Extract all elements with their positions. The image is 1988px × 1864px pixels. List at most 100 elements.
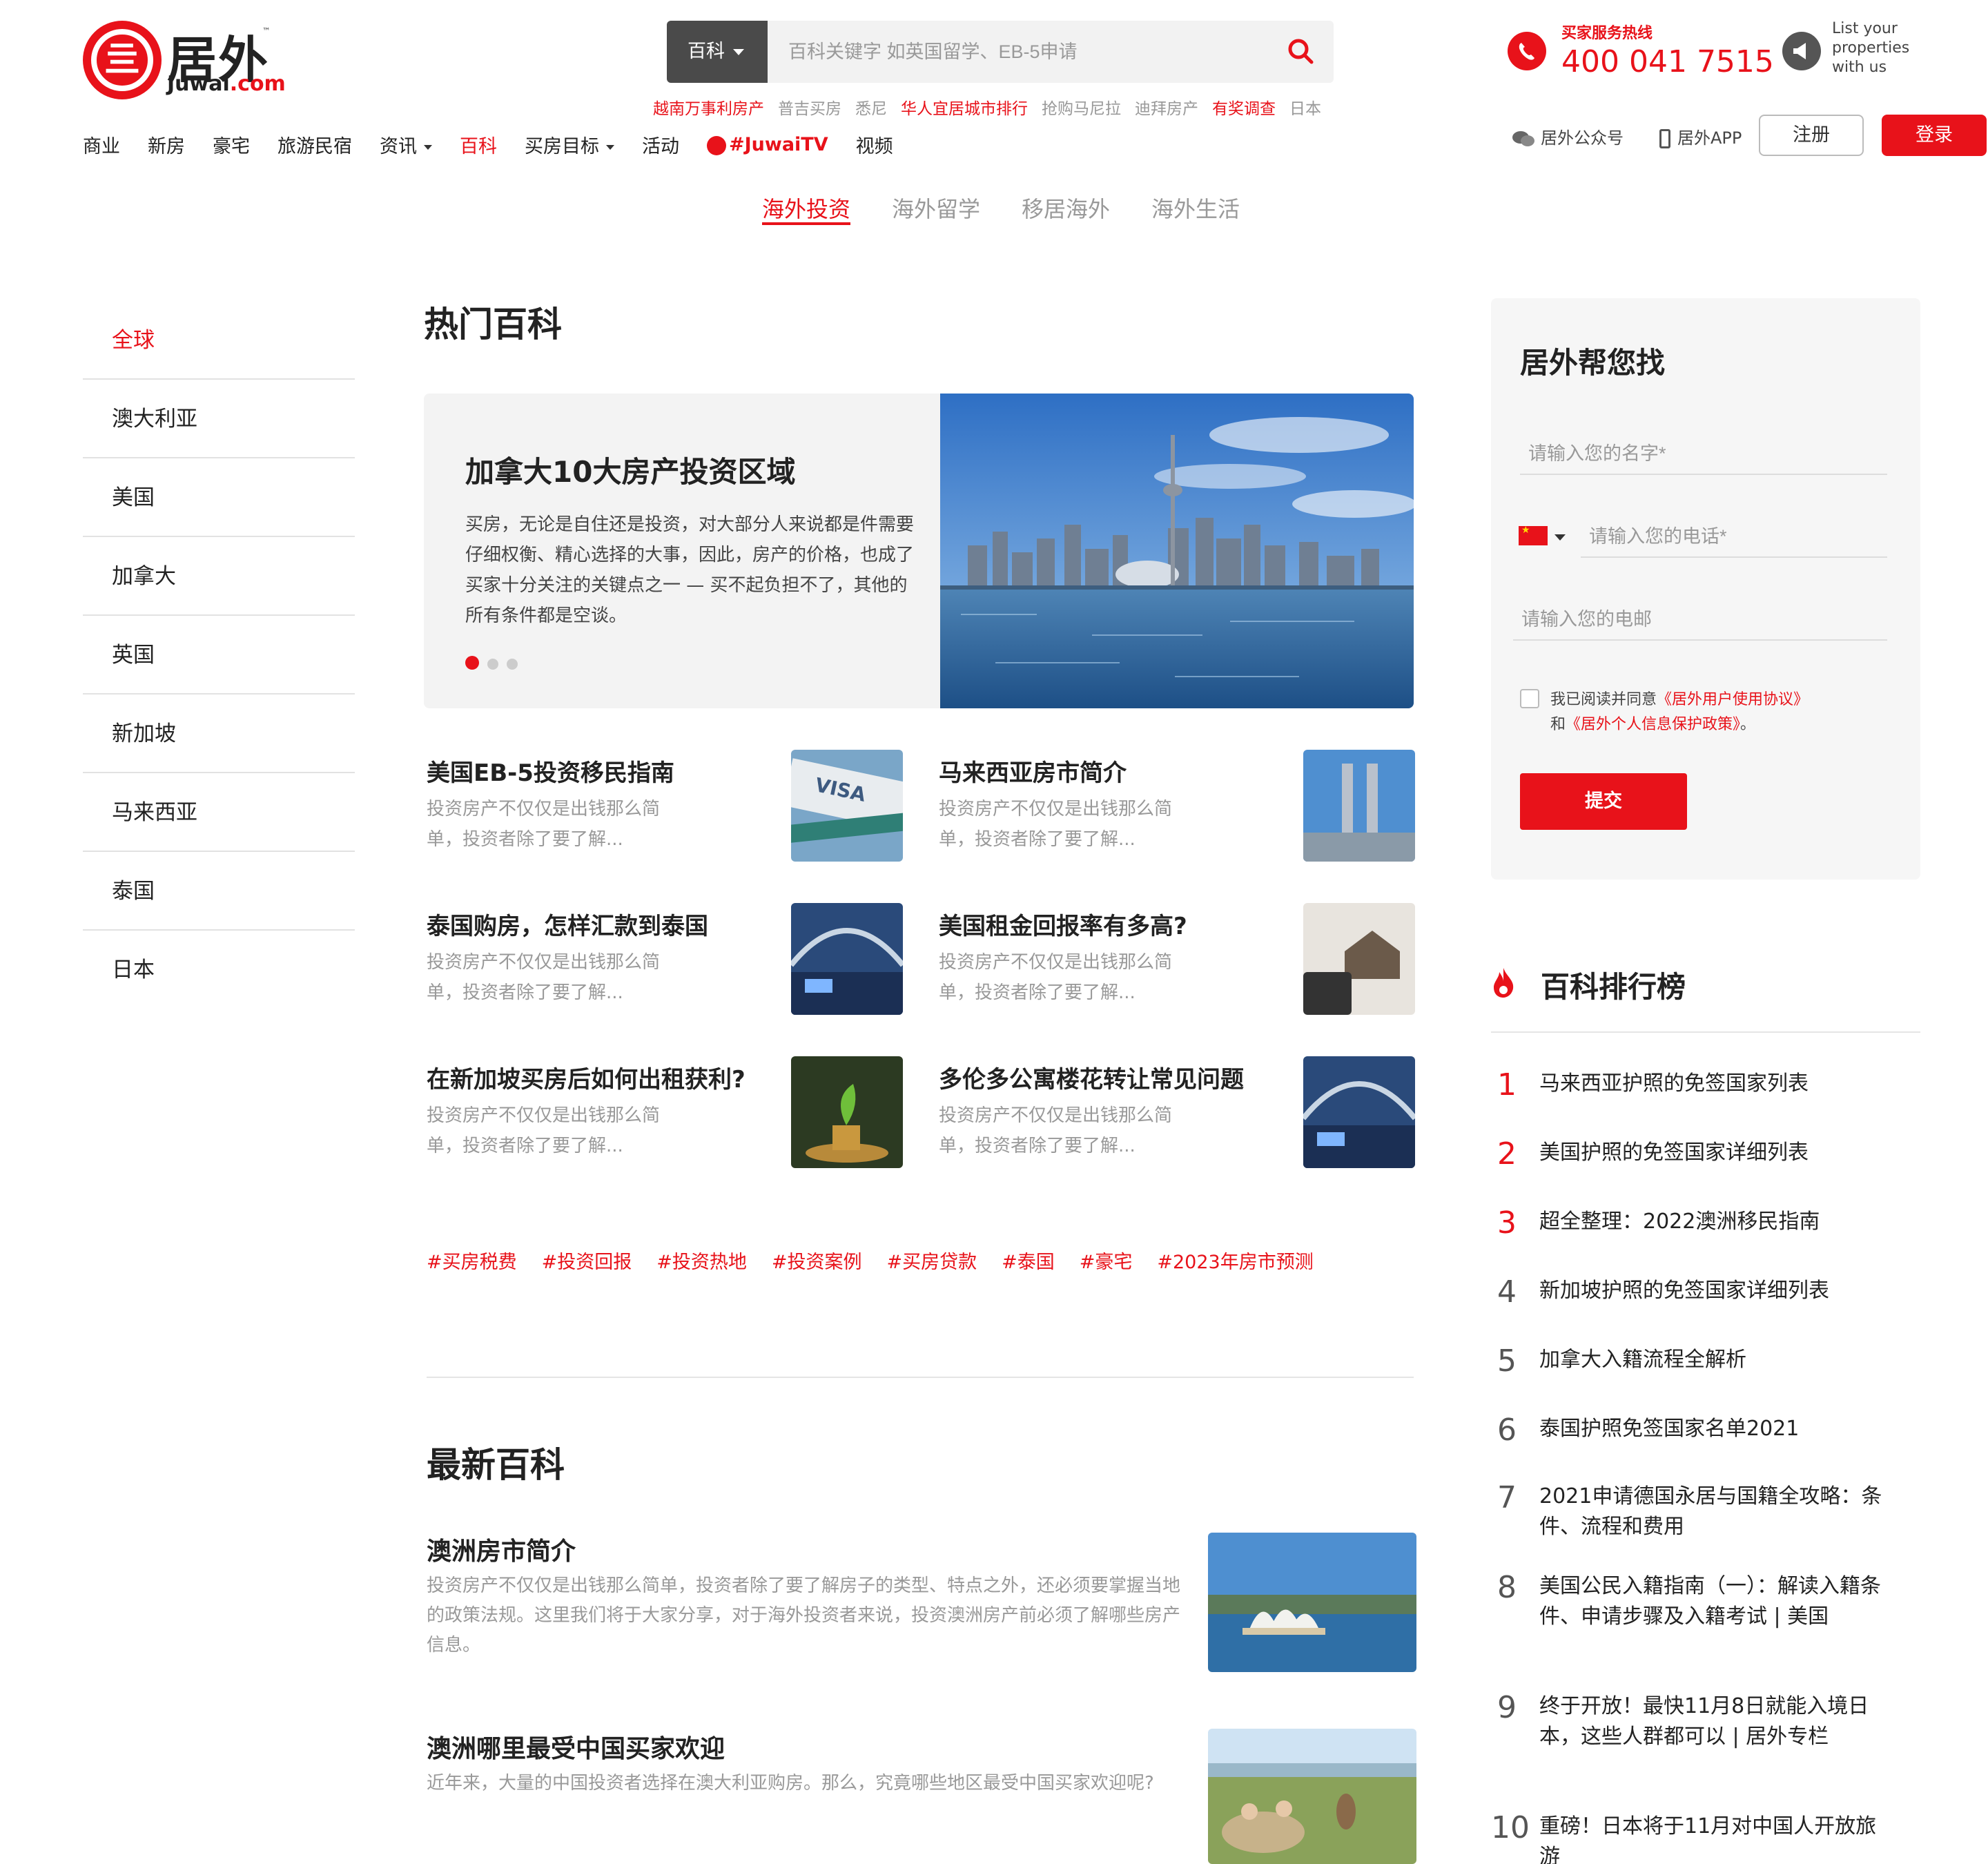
nav-item[interactable]: 资讯 (380, 131, 432, 158)
ranking-item-link[interactable]: 新加坡护照的免签国家详细列表 (1539, 1276, 1884, 1306)
sidebar-region-item[interactable]: 澳大利亚 (83, 380, 355, 458)
tab-overseas-investment[interactable]: 海外投资 (762, 192, 850, 224)
hashtag-link[interactable]: #投资回报 (542, 1252, 632, 1273)
search-icon[interactable] (1285, 36, 1317, 68)
hot-search-link[interactable]: 日本 (1289, 100, 1321, 118)
hashtag-list: #买房税费 #投资回报 #投资热地 #投资案例 #买房贷款 #泰国 #豪宅 #2023年房市预… (427, 1247, 1338, 1274)
nav-item[interactable]: 商业 (83, 131, 120, 158)
user-agreement-link[interactable]: 《居外用户使用协议》 (1657, 691, 1809, 708)
name-field[interactable] (1520, 434, 1887, 475)
tab-emigration[interactable]: 移居海外 (1022, 192, 1110, 224)
login-button[interactable]: 登录 (1882, 115, 1987, 156)
nav-item[interactable]: 百科 (460, 131, 497, 158)
hot-search-link[interactable]: 有奖调查 (1212, 100, 1276, 118)
agreement-text: 我已阅读并同意《居外用户使用协议》 和《居外个人信息保护政策》。 (1550, 691, 1809, 733)
toronto-bridge-image[interactable] (1303, 1056, 1415, 1168)
hashtag-link[interactable]: #投资案例 (772, 1252, 862, 1273)
nav-item[interactable]: #JuwaiTV (707, 134, 828, 155)
ranking-item-link[interactable]: 超全整理：2022澳洲移民指南 (1539, 1207, 1884, 1237)
featured-article-title[interactable]: 加拿大10大房产投资区域 (465, 449, 795, 491)
hot-article-title[interactable]: 多伦多公寓楼花转让常见问题 (939, 1060, 1244, 1094)
search-input[interactable] (788, 21, 1244, 83)
ranking-item-link[interactable]: 马来西亚护照的免签国家列表 (1539, 1069, 1884, 1099)
hotline-number[interactable]: 400 041 7515 (1561, 44, 1774, 79)
hot-article-desc: 投资房产不仅仅是出钱那么简单，投资者除了要了解... (427, 952, 661, 1003)
ranking-item-link[interactable]: 美国公民入籍指南（一）：解读入籍条件、申请步骤及入籍考试 | 美国 (1539, 1571, 1884, 1632)
nav-item[interactable]: 活动 (642, 131, 679, 158)
nav-item[interactable]: 视频 (856, 131, 893, 158)
logo-text-en[interactable]: Juwai.com (167, 72, 286, 96)
sidebar-region-item[interactable]: 日本 (83, 931, 355, 1009)
ranking-item-link[interactable]: 终于开放！最快11月8日就能入境日本，这些人群都可以 | 居外专栏 (1539, 1691, 1884, 1752)
ranking-item-link[interactable]: 加拿大入籍流程全解析 (1539, 1345, 1884, 1375)
search-category-select[interactable]: 百科 (667, 21, 768, 83)
carousel-dot[interactable] (487, 659, 498, 670)
sidebar-region-item[interactable]: 泰国 (83, 852, 355, 931)
visa-image[interactable]: VISA (791, 750, 903, 862)
hashtag-link[interactable]: #买房税费 (427, 1252, 517, 1273)
agree-checkbox[interactable] (1520, 689, 1539, 708)
list-properties-link[interactable]: List your properties with us (1832, 19, 1942, 77)
kangaroo-beach-image[interactable] (1208, 1729, 1416, 1864)
hot-article-title[interactable]: 美国EB-5投资移民指南 (427, 754, 674, 788)
chevron-down-icon[interactable] (1555, 534, 1566, 541)
hashtag-link[interactable]: #投资热地 (656, 1252, 747, 1273)
sidebar-region-item[interactable]: 英国 (83, 616, 355, 695)
hot-search-link[interactable]: 越南万事利房产 (653, 100, 764, 118)
toronto-skyline-image[interactable] (940, 394, 1414, 708)
sidebar-region-item[interactable]: 马来西亚 (83, 773, 355, 852)
phone-field[interactable] (1581, 516, 1887, 558)
ranking-item-link[interactable]: 泰国护照免签国家名单2021 (1539, 1414, 1884, 1444)
register-button[interactable]: 注册 (1759, 115, 1864, 156)
app-download-link[interactable]: 居外APP (1659, 124, 1742, 148)
carousel-dot[interactable] (507, 659, 518, 670)
phone-icon (1508, 32, 1546, 70)
hot-search-link[interactable]: 华人宜居城市排行 (901, 100, 1028, 118)
hot-search-link[interactable]: 迪拜房产 (1135, 100, 1198, 118)
juwai-logo-mark[interactable]: 亖 (83, 21, 162, 99)
nav-item[interactable]: 买房目标 (525, 131, 614, 158)
carousel-dot-active[interactable] (465, 656, 479, 670)
hot-search-link[interactable]: 普吉买房 (778, 100, 841, 118)
hot-article-title[interactable]: 马来西亚房市简介 (939, 754, 1127, 788)
featured-article-carousel[interactable]: 加拿大10大房产投资区域 买房，无论是自住还是投资，对大部分人来说都是件需要仔细… (424, 394, 1414, 708)
latest-wiki-heading: 最新百科 (427, 1445, 565, 1485)
coin-plant-image[interactable] (791, 1056, 903, 1168)
ranking-item-link[interactable]: 美国护照的免签国家详细列表 (1539, 1138, 1884, 1168)
ranking-item-link[interactable]: 2021申请德国永居与国籍全攻略：条件、流程和费用 (1539, 1482, 1884, 1542)
hot-search-link[interactable]: 抢购马尼拉 (1042, 100, 1121, 118)
kuala-lumpur-towers-image[interactable] (1303, 750, 1415, 862)
sidebar-region-item[interactable]: 加拿大 (83, 537, 355, 616)
latest-article-title[interactable]: 澳洲哪里最受中国买家欢迎 (427, 1729, 725, 1765)
wechat-official-link[interactable]: 居外公众号 (1512, 124, 1624, 148)
hot-article-title[interactable]: 泰国购房，怎样汇款到泰国 (427, 907, 708, 941)
tab-overseas-life[interactable]: 海外生活 (1151, 192, 1240, 224)
hot-article-title[interactable]: 美国租金回报率有多高? (939, 907, 1187, 941)
house-model-image[interactable] (1303, 903, 1415, 1015)
nav-item[interactable]: 豪宅 (213, 131, 250, 158)
submit-button[interactable]: 提交 (1520, 773, 1687, 830)
megaphone-icon[interactable] (1782, 32, 1821, 70)
toronto-bridge-image[interactable] (791, 903, 903, 1015)
latest-article-title[interactable]: 澳洲房市简介 (427, 1531, 576, 1567)
sydney-opera-house-image[interactable] (1208, 1533, 1416, 1672)
sidebar-region-item[interactable]: 全球 (83, 301, 355, 380)
hot-search-link[interactable]: 悉尼 (855, 100, 887, 118)
nav-item[interactable]: 新房 (148, 131, 185, 158)
active-tab-indicator (762, 222, 850, 225)
sidebar-region-item[interactable]: 美国 (83, 458, 355, 537)
hashtag-link[interactable]: #泰国 (1002, 1252, 1055, 1273)
china-flag-icon[interactable] (1519, 525, 1548, 545)
ranking-number: 1 (1497, 1067, 1517, 1103)
hashtag-link[interactable]: #2023年房市预测 (1157, 1252, 1313, 1273)
email-field[interactable] (1513, 599, 1887, 641)
hashtag-link[interactable]: #买房贷款 (887, 1252, 977, 1273)
lead-form-title: 居外帮您找 (1520, 346, 1666, 380)
hashtag-link[interactable]: #豪宅 (1080, 1252, 1133, 1273)
sidebar-region-item[interactable]: 新加坡 (83, 695, 355, 773)
hot-article-title[interactable]: 在新加坡买房后如何出租获利? (427, 1060, 746, 1094)
ranking-item-link[interactable]: 重磅！日本将于11月对中国人开放旅游 (1539, 1812, 1884, 1864)
privacy-policy-link[interactable]: 《居外个人信息保护政策》 (1566, 716, 1740, 733)
nav-item[interactable]: 旅游民宿 (277, 131, 352, 158)
tab-overseas-study[interactable]: 海外留学 (892, 192, 980, 224)
